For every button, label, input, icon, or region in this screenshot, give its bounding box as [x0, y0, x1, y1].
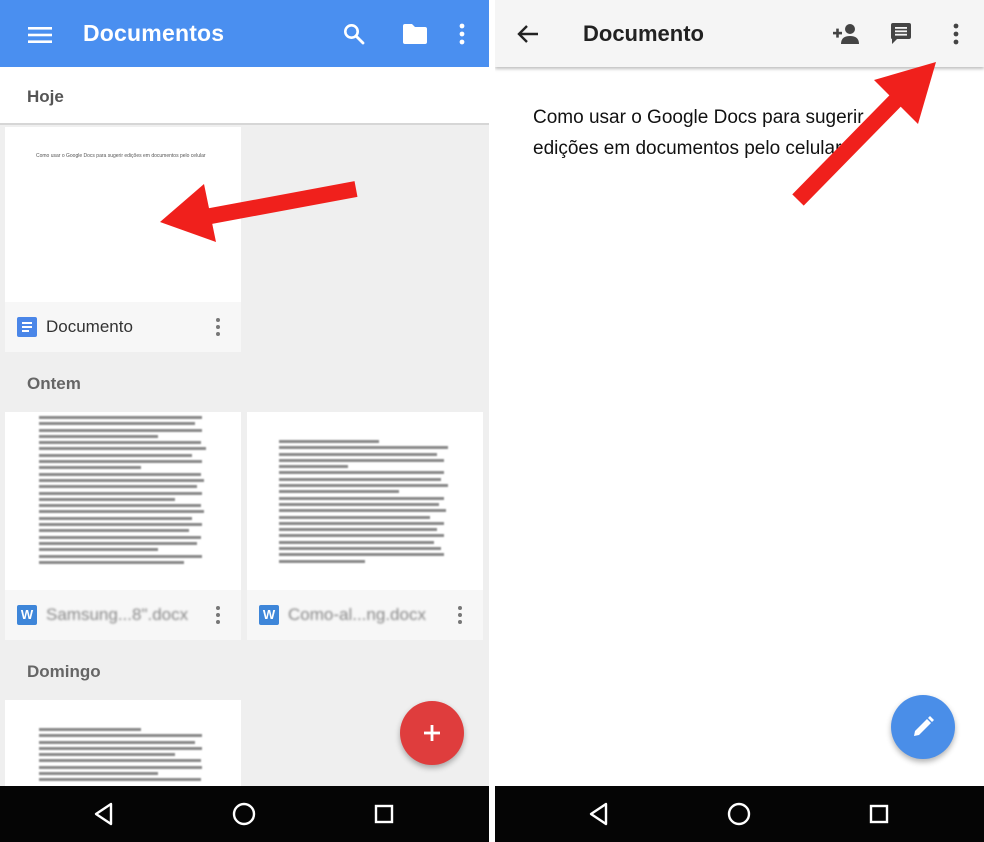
more-vert-icon [953, 23, 959, 45]
card-footer: Documento [5, 302, 241, 352]
word-doc-icon: W [17, 605, 37, 625]
edit-document-button[interactable] [891, 695, 955, 759]
nav-recents-button[interactable] [863, 798, 895, 830]
card-more-button[interactable] [457, 606, 463, 626]
menu-icon [28, 27, 52, 43]
document-card-como[interactable]: W Como-al...ng.docx [247, 412, 483, 640]
nav-back-button[interactable] [88, 798, 120, 830]
card-file-name: Documento [46, 317, 133, 336]
home-circle-icon [727, 802, 751, 826]
more-options-button[interactable] [943, 18, 969, 50]
blurred-text-preview [39, 416, 209, 567]
menu-button[interactable] [24, 20, 56, 50]
document-app-bar: Documento [495, 0, 984, 67]
blurred-text-preview [39, 728, 209, 785]
documents-list-screen: Documentos Hoje Como usar o Google Docs … [0, 0, 489, 842]
folder-button[interactable] [398, 18, 432, 50]
nav-home-button[interactable] [228, 798, 260, 830]
new-document-button[interactable] [400, 701, 464, 765]
document-thumbnail [5, 412, 241, 590]
system-nav-bar [0, 786, 489, 842]
document-card-samsung[interactable]: W Samsung...8".docx [5, 412, 241, 640]
back-button[interactable] [513, 18, 543, 50]
back-triangle-icon [94, 802, 113, 826]
nav-recents-button[interactable] [368, 798, 400, 830]
share-button[interactable] [831, 18, 861, 50]
section-label-today: Hoje [27, 87, 64, 106]
section-label-sunday: Domingo [27, 662, 101, 681]
section-sunday: Domingo [0, 650, 489, 690]
card-footer: W Samsung...8".docx [5, 590, 241, 640]
recents-square-icon [869, 804, 889, 824]
blurred-text-preview [279, 440, 451, 566]
word-doc-icon: W [259, 605, 279, 625]
documents-app-bar: Documentos [0, 0, 489, 67]
card-more-button[interactable] [215, 606, 221, 626]
card-file-name: Samsung...8".docx [46, 605, 189, 624]
pencil-icon [914, 716, 934, 736]
document-title: Documento [583, 21, 704, 46]
person-add-icon [833, 24, 859, 44]
search-icon [344, 24, 365, 45]
section-label-yesterday: Ontem [27, 374, 81, 393]
document-thumbnail: Como usar o Google Docs para sugerir edi… [5, 127, 241, 302]
section-today: Hoje [0, 67, 489, 125]
nav-home-button[interactable] [723, 798, 755, 830]
search-button[interactable] [338, 18, 370, 50]
document-view-screen: Documento Como usar o Google Docs para s… [495, 0, 984, 842]
comment-icon [891, 23, 911, 44]
document-thumbnail [5, 700, 241, 790]
card-footer: W Como-al...ng.docx [247, 590, 483, 640]
section-yesterday: Ontem [0, 362, 489, 402]
nav-back-button[interactable] [583, 798, 615, 830]
add-icon [424, 725, 440, 741]
document-card-documento[interactable]: Como usar o Google Docs para sugerir edi… [5, 127, 241, 352]
system-nav-bar [495, 786, 984, 842]
back-arrow-icon [517, 25, 538, 43]
google-doc-icon [17, 317, 37, 337]
more-vert-icon [459, 23, 465, 45]
folder-icon [403, 24, 427, 44]
document-body-text[interactable]: Como usar o Google Docs para sugerir edi… [533, 102, 923, 164]
thumbnail-preview-text: Como usar o Google Docs para sugerir edi… [36, 153, 206, 159]
comments-button[interactable] [886, 18, 916, 50]
card-file-name: Como-al...ng.docx [288, 605, 426, 624]
home-circle-icon [232, 802, 256, 826]
document-card-sunday[interactable] [5, 700, 241, 790]
recents-square-icon [374, 804, 394, 824]
app-title: Documentos [83, 20, 225, 46]
back-triangle-icon [589, 802, 608, 826]
more-options-button[interactable] [448, 18, 476, 50]
document-thumbnail [247, 412, 483, 590]
card-more-button[interactable] [215, 318, 221, 338]
